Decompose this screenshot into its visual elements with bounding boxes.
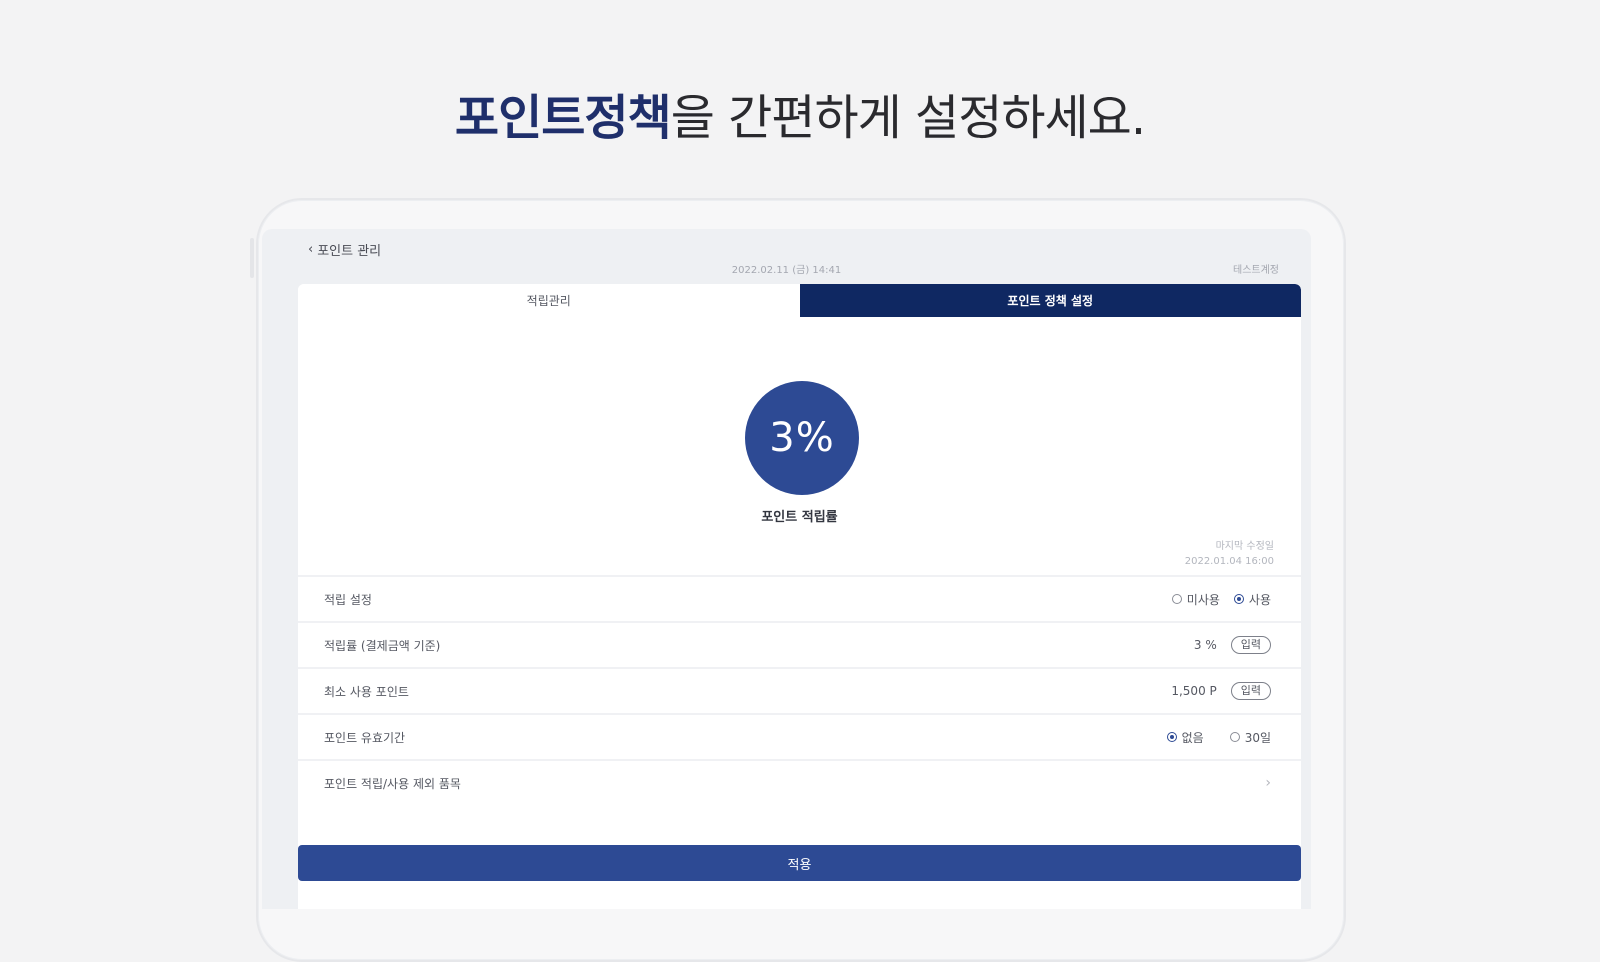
tab-bar: 적립관리 포인트 정책 설정 [298,284,1301,317]
top-bar: ‹ 포인트 관리 2022.02.11 (금) 14:41 테스트계정 [262,229,1311,281]
row-point-expiry: 포인트 유효기간 없음 30일 [298,713,1301,759]
min-use-value: 1,500 P [1171,684,1217,698]
rate-circle: 3% [745,381,859,495]
radio-label: 30일 [1244,730,1271,745]
back-button[interactable]: ‹ 포인트 관리 [308,240,381,259]
last-modified: 마지막 수정일 2022.01.04 16:00 [1185,539,1274,569]
row-right: 3 % 입력 [1194,636,1271,654]
radio-expiry-none[interactable]: 없음 [1166,729,1204,746]
tablet-side-button [250,238,254,278]
headline-rest: 을 간편하게 설정하세요. [670,90,1146,146]
radio-label: 없음 [1181,730,1204,745]
radio-unused[interactable]: 미사용 [1171,591,1220,608]
radio-expiry-30days[interactable]: 30일 [1229,729,1271,746]
chevron-right-icon: › [1265,775,1271,791]
tab-accrual-management[interactable]: 적립관리 [298,284,800,317]
rate-setting-value: 3 % [1193,638,1217,652]
radio-circle-icon [1171,594,1182,604]
headline-accent: 포인트정책 [454,90,672,146]
last-modified-label: 마지막 수정일 [1215,541,1274,552]
radio-label: 미사용 [1186,592,1220,607]
back-label: 포인트 관리 [317,244,382,259]
row-label: 적립률 (결제금액 기준) [324,638,441,653]
row-accrual-setting: 적립 설정 미사용 사용 [298,575,1301,621]
rate-value: 3% [769,415,835,461]
row-accrual-rate: 적립률 (결제금액 기준) 3 % 입력 [298,621,1301,667]
row-right: 1,500 P 입력 [1171,682,1271,700]
expiry-radio-group: 없음 30일 [1166,729,1271,746]
app-screen: ‹ 포인트 관리 2022.02.11 (금) 14:41 테스트계정 적립관리… [262,229,1311,909]
last-modified-date: 2022.01.04 16:00 [1184,556,1274,567]
row-label: 최소 사용 포인트 [324,684,409,699]
row-label: 적립 설정 [324,592,372,607]
radio-circle-selected-icon [1166,732,1177,742]
chevron-left-icon: ‹ [308,242,314,257]
rate-input-button[interactable]: 입력 [1230,636,1271,654]
settings-list: 적립 설정 미사용 사용 적립률 (결제금액 기준) 3 % 입력 최소 사용 … [298,575,1301,805]
current-datetime: 2022.02.11 (금) 14:41 [731,265,842,276]
row-label: 포인트 유효기간 [324,730,406,745]
row-exclude-items[interactable]: 포인트 적립/사용 제외 품목 › [298,759,1301,805]
min-use-input-button[interactable]: 입력 [1230,682,1271,700]
row-min-use-points: 최소 사용 포인트 1,500 P 입력 [298,667,1301,713]
tab-point-policy[interactable]: 포인트 정책 설정 [799,284,1301,317]
row-label: 포인트 적립/사용 제외 품목 [324,776,461,791]
account-name[interactable]: 테스트계정 [1233,261,1279,276]
radio-circle-icon [1229,732,1240,742]
policy-panel: 적립관리 포인트 정책 설정 3% 포인트 적립률 마지막 수정일 2022.0… [298,284,1301,909]
radio-label: 사용 [1248,592,1271,607]
radio-used[interactable]: 사용 [1233,591,1271,608]
accrual-radio-group: 미사용 사용 [1171,591,1271,608]
radio-circle-selected-icon [1233,594,1244,604]
rate-label: 포인트 적립률 [761,510,838,525]
apply-button[interactable]: 적용 [298,845,1301,881]
page-headline: 포인트정책을 간편하게 설정하세요. [0,78,1600,148]
